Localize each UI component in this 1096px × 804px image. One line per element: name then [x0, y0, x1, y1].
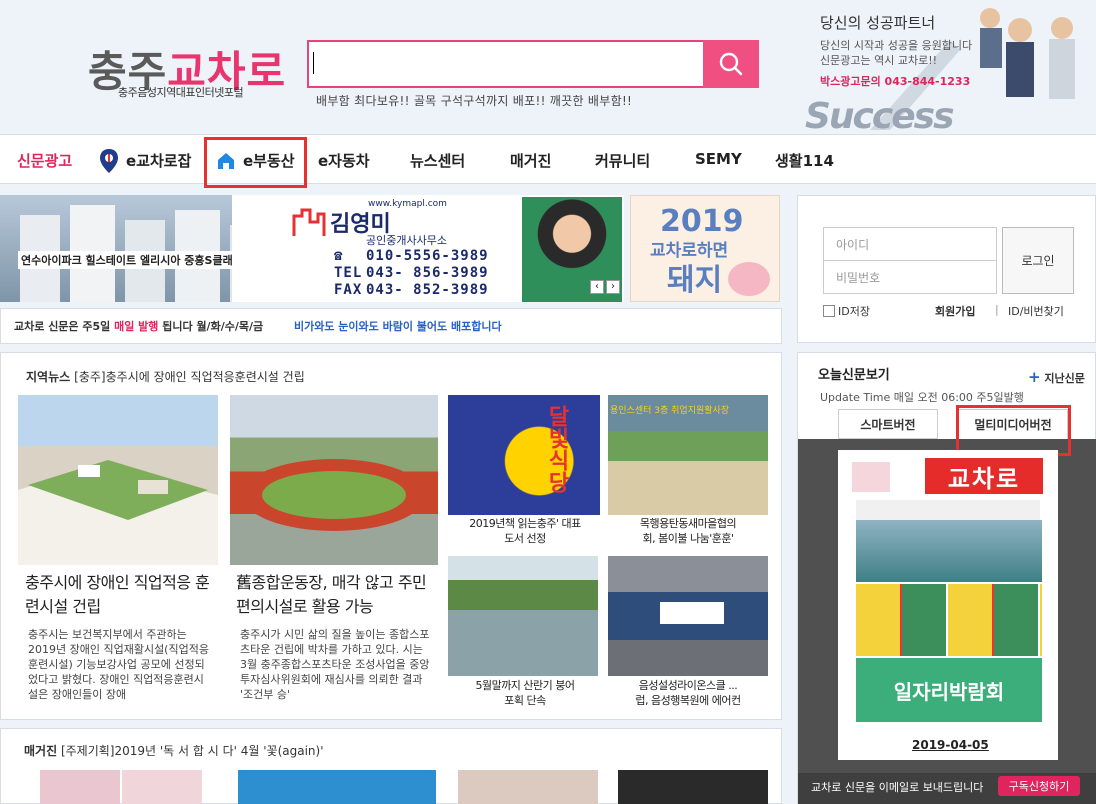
paper-date[interactable]: 2019-04-05 — [912, 738, 989, 752]
placard — [660, 602, 724, 624]
nav-newspaper-ad[interactable]: 신문광고 — [17, 150, 72, 171]
pig-banner-line2: 돼지 — [667, 263, 723, 298]
login-button[interactable]: 로그인 — [1002, 227, 1074, 294]
caption-line: 음성설성라이온스클 ... — [638, 679, 738, 692]
banner-next-arrow[interactable]: › — [606, 280, 620, 294]
join-link[interactable]: 회원가입 — [935, 303, 975, 319]
caption-line: 도서 선정 — [504, 532, 546, 545]
magazine-heading[interactable]: 매거진 [주제기획]2019년 '독 서 합 시 다' 4월 '꽃(again)… — [24, 742, 324, 759]
promo-phone: 박스광고문의 043-844-1233 — [820, 75, 971, 88]
notice-text: 교차로 신문은 주5일 매일 발행 됩니다 월/화/수/목/금 — [14, 318, 263, 334]
paper-lake-photo — [856, 520, 1042, 582]
banner-caption: 연수아이파크 힐스테이트 엘리시아 중흥S클래스 — [18, 251, 246, 269]
find-account-link[interactable]: ID/비번찾기 — [1008, 303, 1064, 319]
paper-ads-grid — [856, 584, 1042, 656]
tel-label: TEL — [334, 265, 363, 281]
search-button[interactable] — [703, 40, 759, 88]
promo-title: 당신의 성공파트너 — [820, 14, 936, 32]
caption-line: 2019년책 읽는충주' 대표 — [469, 517, 581, 530]
paper-corner-ad — [852, 462, 890, 492]
phone-label-icon: ☎ — [334, 248, 344, 264]
plus-icon: + — [1028, 368, 1041, 386]
agent-office: 공인중개사사무소 — [366, 234, 447, 247]
article-1-body: 충주시는 보건복지부에서 주관하는 2019년 장애인 직업재활시설(직업적응 … — [28, 628, 209, 700]
nav-magazine[interactable]: 매거진 — [510, 150, 551, 171]
poster-title: 달빛식당 — [544, 405, 569, 493]
subscribe-button[interactable]: 구독신청하기 — [998, 776, 1080, 796]
caption-line: 목행용탄동새마을협의 — [639, 517, 737, 530]
today-paper-title: 오늘신문보기 — [818, 368, 890, 383]
promo-line-1: 당신의 시작과 성공을 응원합니다 — [820, 39, 973, 52]
past-paper-link[interactable]: + 지난신문 — [1028, 368, 1085, 386]
article-2-image[interactable] — [230, 395, 438, 565]
nav-news-center[interactable]: 뉴스센터 — [410, 150, 465, 171]
magazine-thumb-3[interactable] — [238, 770, 436, 804]
article-6-image[interactable] — [608, 556, 768, 676]
link-separator: | — [995, 303, 999, 316]
article-2-body: 충주시가 시민 삶의 질을 높이는 종합스포츠타운 건립에 박차를 가하고 있다… — [240, 628, 430, 700]
mobile-number: 010-5556-3989 — [366, 248, 489, 264]
article-5-caption[interactable]: 5월말까지 산란기 붕어포획 단속 — [452, 678, 598, 708]
logo-subtitle: 충주음성지역대표인터넷포털 — [118, 86, 244, 99]
fax-label: FAX — [334, 282, 363, 298]
magazine-thumb-4[interactable] — [458, 770, 598, 804]
search-notice: 배부함 최다보유!! 골목 구석구석까지 배포!! 깨끗한 배부함!! — [316, 94, 633, 108]
id-input[interactable]: 아이디 — [823, 227, 997, 261]
tab-smart-version[interactable]: 스마트버전 — [838, 409, 938, 439]
past-paper-label: 지난신문 — [1044, 372, 1085, 385]
email-subscribe-text: 교차로 신문을 이메일로 보내드립니다 — [811, 781, 984, 794]
article-5-image[interactable] — [448, 556, 598, 676]
save-id-label: ID저장 — [838, 305, 870, 318]
notice-blue-text: 비가와도 눈이와도 바람이 불어도 배포합니다 — [294, 320, 502, 333]
highlight-box-realestate — [204, 137, 307, 188]
caption-line: 회, 봄이불 나눔'훈훈' — [642, 532, 735, 545]
article-2-title[interactable]: 舊종합운동장, 매각 않고 주민편의시설로 활용 가능 — [236, 571, 436, 619]
nav-community[interactable]: 커뮤니티 — [595, 150, 650, 171]
caption-line: 포획 단속 — [504, 694, 546, 707]
article-1-image[interactable] — [18, 395, 218, 565]
article-4-image[interactable]: 용인스센터 3층 취업지원활사장 — [608, 395, 768, 515]
article-3-caption[interactable]: 2019년책 읽는충주' 대표도서 선정 — [452, 516, 598, 546]
notice-highlight: 매일 발행 — [114, 320, 159, 333]
building-logo-icon — [292, 208, 326, 236]
nav-job[interactable]: e교차로잡 — [126, 150, 191, 171]
article-4-caption[interactable]: 목행용탄동새마을협의회, 봄이불 나눔'훈훈' — [610, 516, 766, 546]
notice-part-a: 교차로 신문은 주5일 — [14, 320, 115, 333]
search-input[interactable] — [307, 40, 703, 88]
text-cursor — [313, 52, 314, 74]
news-category: 지역뉴스 — [26, 370, 71, 384]
nav-life114[interactable]: 생활114 — [775, 150, 834, 171]
magazine-thumb-1[interactable] — [40, 770, 120, 804]
fax-number: 043- 852-3989 — [366, 282, 489, 298]
magazine-heading-title: [주제기획]2019년 '독 서 합 시 다' 4월 '꽃(again)' — [60, 744, 324, 758]
article-3-image[interactable]: 달빛식당 — [448, 395, 600, 515]
update-time: Update Time 매일 오전 06:00 주5일발행 — [820, 391, 1024, 404]
search-icon — [719, 52, 743, 76]
save-id-checkbox[interactable] — [823, 305, 835, 317]
nav-car[interactable]: e자동차 — [318, 150, 370, 171]
article-6-caption[interactable]: 음성설성라이온스클 ... 럽, 음성행복원에 에어컨 — [610, 678, 766, 708]
tel-number: 043- 856-3989 — [366, 265, 489, 281]
highlight-box-multimedia — [956, 405, 1071, 456]
password-input[interactable]: 비밀번호 — [823, 260, 997, 294]
map-pin-icon — [100, 149, 118, 173]
promo-line-2: 신문광고는 역시 교차로!! — [820, 54, 938, 67]
banner-sign: 용인스센터 3층 취업지원활사장 — [610, 406, 730, 416]
notice-part-b: 됩니다 월/화/수/목/금 — [158, 320, 264, 333]
paper-masthead: 교차로 — [925, 458, 1043, 494]
pig-icon — [728, 262, 770, 296]
magazine-category: 매거진 — [24, 744, 58, 758]
caption-line: 럽, 음성행복원에 에어컨 — [635, 694, 741, 707]
pig-banner-year: 2019 — [660, 204, 744, 239]
caption-line: 5월말까지 산란기 붕어 — [475, 679, 575, 692]
nav-semy[interactable]: SEMY — [695, 150, 742, 168]
banner-prev-arrow[interactable]: ‹ — [590, 280, 604, 294]
paper-jobfair-ad: 일자리박람회 — [856, 658, 1042, 722]
news-heading[interactable]: 지역뉴스 [충주]충주시에 장애인 직업적응훈련시설 건립 — [26, 368, 305, 385]
promo-success-text: Success — [805, 96, 955, 137]
news-heading-title: [충주]충주시에 장애인 직업적응훈련시설 건립 — [74, 370, 305, 384]
magazine-thumb-2[interactable] — [122, 770, 202, 804]
article-1-title[interactable]: 충주시에 장애인 직업적응 훈련시설 건립 — [25, 571, 215, 619]
magazine-thumb-5[interactable] — [618, 770, 768, 804]
